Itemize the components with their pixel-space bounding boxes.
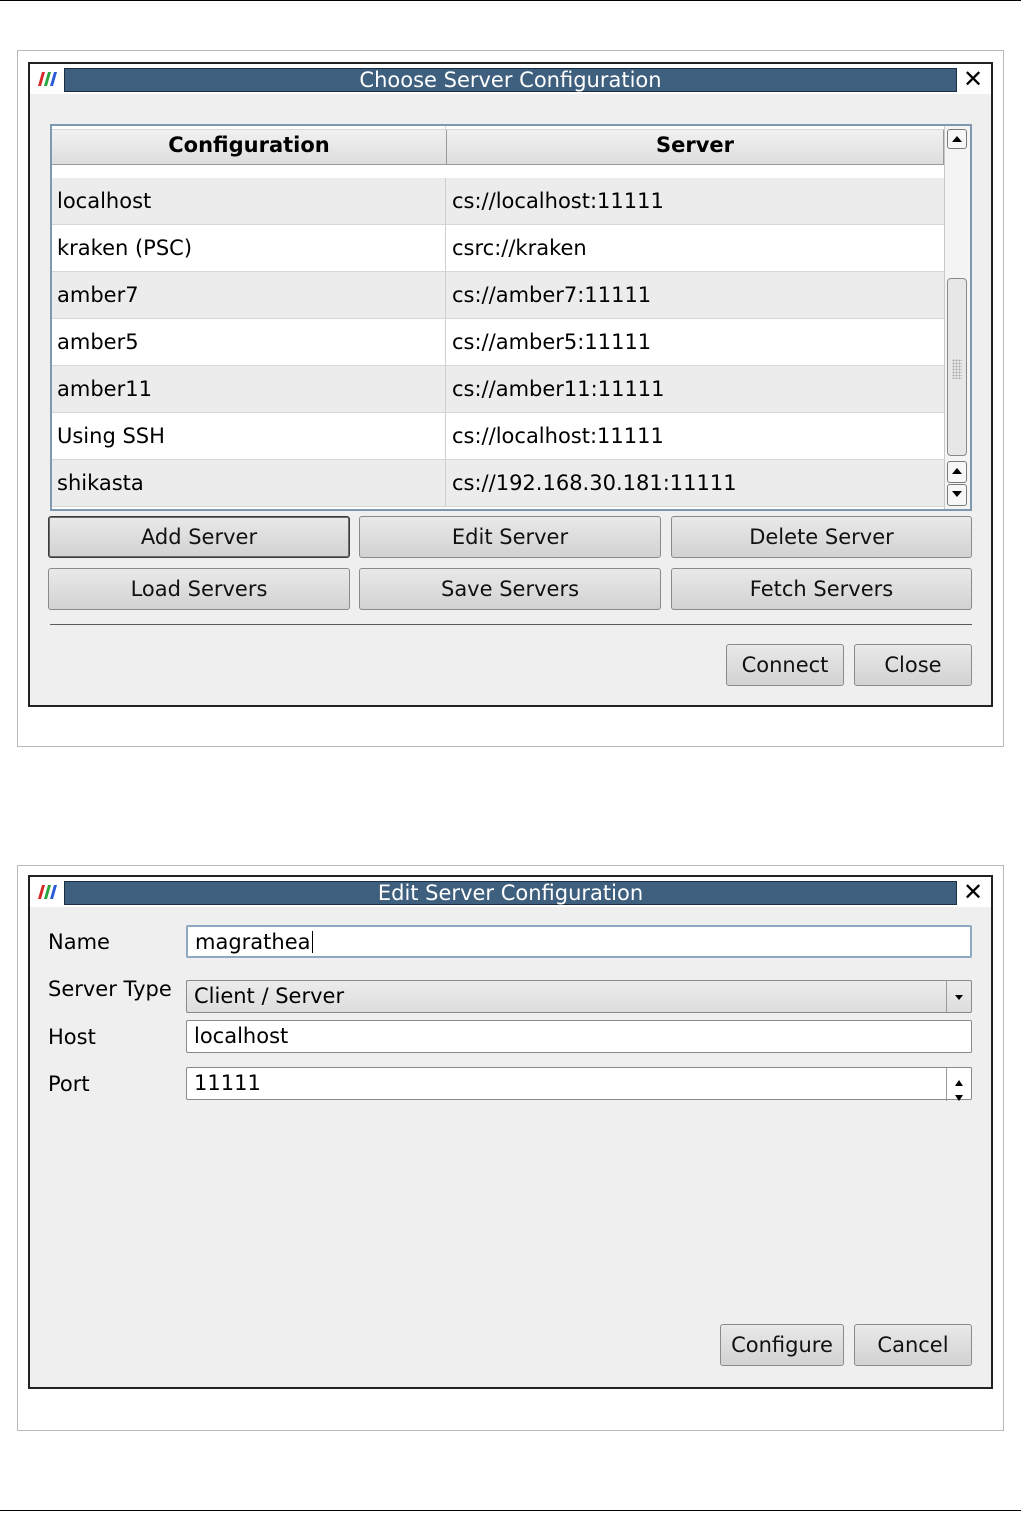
- spin-down-icon[interactable]: [947, 1084, 971, 1101]
- server-type-label: Server Type: [48, 977, 172, 1001]
- close-button[interactable]: Close: [854, 644, 972, 686]
- table-row[interactable]: localhost cs://localhost:11111: [52, 178, 944, 225]
- server-cell: cs://amber11:11111: [452, 377, 665, 401]
- cancel-button[interactable]: Cancel: [854, 1324, 972, 1366]
- title-bar: Edit Server Configuration ✕: [30, 877, 991, 907]
- config-cell: amber7: [52, 272, 446, 319]
- host-label: Host: [48, 1025, 96, 1049]
- text-caret: [311, 931, 313, 953]
- table-row[interactable]: Using SSH cs://localhost:11111: [52, 413, 944, 460]
- delete-server-button[interactable]: Delete Server: [671, 516, 972, 558]
- spin-up-icon[interactable]: [947, 1068, 971, 1086]
- load-servers-button[interactable]: Load Servers: [48, 568, 350, 610]
- table-row[interactable]: shikasta cs://192.168.30.181:11111: [52, 460, 944, 507]
- server-type-select[interactable]: Client / Server: [186, 980, 972, 1013]
- scroll-up-icon[interactable]: [947, 129, 967, 149]
- top-page-rule: [0, 0, 1021, 1]
- close-icon[interactable]: ✕: [961, 67, 985, 91]
- column-header-configuration[interactable]: Configuration: [52, 126, 447, 165]
- name-label: Name: [48, 930, 110, 954]
- app-logo-icon: [38, 72, 57, 86]
- app-logo-icon: [38, 885, 57, 899]
- server-cell: [447, 126, 944, 130]
- bottom-page-rule: [0, 1510, 1021, 1511]
- dialog-title: Choose Server Configuration: [64, 68, 957, 92]
- close-icon[interactable]: ✕: [961, 880, 985, 904]
- edit-server-button[interactable]: Edit Server: [359, 516, 661, 558]
- configure-button[interactable]: Configure: [720, 1324, 844, 1366]
- server-cell: cs://amber5:11111: [452, 330, 652, 354]
- config-cell: kraken (PSC): [52, 225, 446, 272]
- config-cell: [52, 126, 446, 130]
- server-cell: csrc://kraken: [452, 236, 587, 260]
- port-label: Port: [48, 1072, 90, 1096]
- config-cell: amber11: [52, 366, 446, 413]
- save-servers-button[interactable]: Save Servers: [359, 568, 661, 610]
- name-value: magrathea: [195, 930, 311, 954]
- table-row[interactable]: amber5 cs://amber5:11111: [52, 319, 944, 366]
- port-spin-buttons: [946, 1068, 971, 1101]
- table-row[interactable]: amber11 cs://amber11:11111: [52, 366, 944, 413]
- add-server-button[interactable]: Add Server: [48, 516, 350, 558]
- table-row[interactable]: amber7 cs://amber7:11111: [52, 272, 944, 319]
- scrollbar-grip: [952, 359, 962, 379]
- config-cell: localhost: [52, 178, 446, 225]
- fetch-servers-button[interactable]: Fetch Servers: [671, 568, 972, 610]
- separator: [50, 624, 972, 625]
- column-header-server[interactable]: Server: [447, 126, 944, 165]
- table-row[interactable]: kraken (PSC) csrc://kraken: [52, 225, 944, 272]
- title-bar: Choose Server Configuration ✕: [30, 64, 991, 94]
- server-cell: cs://192.168.30.181:11111: [452, 471, 737, 495]
- server-cell: cs://localhost:11111: [452, 189, 664, 213]
- port-spinbox[interactable]: 11111: [186, 1067, 972, 1101]
- config-cell: shikasta: [52, 460, 446, 507]
- scroll-down-icon[interactable]: [947, 484, 967, 506]
- connect-button[interactable]: Connect: [726, 644, 844, 686]
- name-field[interactable]: magrathea: [186, 925, 972, 958]
- host-field[interactable]: localhost: [186, 1020, 972, 1053]
- vertical-scrollbar[interactable]: [944, 126, 970, 509]
- scroll-up-icon[interactable]: [947, 461, 967, 483]
- choose-server-dialog: Choose Server Configuration ✕ Configurat…: [28, 62, 993, 707]
- server-table: Configuration Server localhost cs://loca…: [50, 124, 972, 511]
- scrollbar-thumb[interactable]: [947, 278, 967, 456]
- config-cell: Using SSH: [52, 413, 446, 460]
- config-cell: amber5: [52, 319, 446, 366]
- server-cell: cs://amber7:11111: [452, 283, 652, 307]
- server-type-value: Client / Server: [194, 984, 345, 1008]
- dialog-title: Edit Server Configuration: [64, 881, 957, 905]
- table-row[interactable]: [52, 126, 944, 130]
- server-cell: cs://localhost:11111: [452, 424, 664, 448]
- dropdown-arrow-icon[interactable]: [946, 981, 971, 1012]
- edit-server-dialog: Edit Server Configuration ✕ Name magrath…: [28, 875, 993, 1389]
- port-value: 11111: [194, 1071, 261, 1095]
